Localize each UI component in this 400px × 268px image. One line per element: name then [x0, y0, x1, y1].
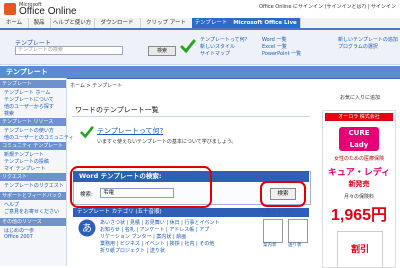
nav-group-head[interactable]: その他のリソース [0, 218, 66, 226]
nav-item[interactable]: マイ テンプレート [4, 165, 45, 172]
left-nav: テンプレート テンプレート ホーム テンプレートについて 他のユーザーから探す … [0, 78, 74, 266]
popular-categories-header: 人気カテゴリ [260, 209, 294, 215]
green-check-icon [180, 39, 196, 54]
nav-item[interactable]: 検索 [4, 110, 14, 117]
category-line[interactable]: 業務用 | ビジネス | イベント | 挨拶 | 社内 | その他 [100, 240, 214, 247]
search-button[interactable]: 検索 [148, 46, 176, 56]
tab-office-live[interactable]: Microsoft Office Live [230, 18, 301, 28]
nav-item[interactable]: テンプレートの投稿 [4, 158, 49, 165]
office-online-logo[interactable]: Microsoft Office Online [4, 2, 86, 18]
quicklink[interactable]: 新しいテンプレートの追加 [338, 37, 398, 44]
main-nav-tabs: ホーム 製品 ヘルプと使い方 ダウンロード クリップ アート テンプレート Mi… [0, 18, 400, 30]
nav-group-head[interactable]: コミュニティ テンプレート [0, 142, 66, 150]
quicklinks-col3: 新しいテンプレートの追加 プログラムの選択 [338, 37, 398, 51]
category-line[interactable]: 折り紙プロジェクト | 送り状 [100, 247, 165, 254]
ad-product-logo: CURE Lady [339, 127, 379, 151]
nav-item[interactable]: ご意見をお寄せください [4, 208, 59, 215]
ad-text: 新発売 [348, 180, 370, 188]
tab-home[interactable]: ホーム [0, 18, 29, 28]
ad-price: 1,965円 [330, 207, 388, 224]
template-search-bar: テンプレート テンプレートの検索 検索 テンプレートって何? 新しいスタイル サ… [0, 30, 400, 65]
nav-group-head[interactable]: リクエスト [0, 173, 66, 181]
svg-text:あ: あ [82, 223, 92, 235]
popular-thumb[interactable] [263, 219, 283, 243]
search-input[interactable]: テンプレートの検索 [15, 46, 123, 55]
quicklink[interactable]: Excel 一覧 [262, 44, 301, 51]
hiragana-a-icon: あ [78, 219, 96, 237]
green-check-icon [80, 126, 94, 139]
tab-clipart[interactable]: クリップ アート [140, 18, 193, 28]
popular-item-label[interactable]: 送り状 [288, 242, 302, 248]
breadcrumb[interactable]: ホーム > テンプレート [70, 82, 122, 89]
nav-item[interactable]: 新規テンプレート [4, 151, 44, 158]
ad-text: 女性のための医療保険 [333, 156, 384, 162]
nav-group-head[interactable]: サポートとフィードバック [0, 192, 66, 200]
tab-downloads[interactable]: ダウンロード [94, 18, 141, 28]
popular-item-label[interactable]: 案内状 [263, 242, 277, 248]
popular-thumb[interactable] [288, 219, 308, 243]
tip-subtext: いますぐ使えないテンプレートの基本について学びましょう。 [97, 139, 237, 145]
tip-link[interactable]: テンプレートって何? [97, 126, 163, 136]
page-title: ワードのテンプレート一覧 [75, 106, 159, 114]
quicklinks-col1: テンプレートって何? 新しいスタイル サイトマップ [200, 37, 247, 58]
section-title: テンプレート [6, 68, 48, 76]
quicklink[interactable]: 新しいスタイル [200, 44, 247, 51]
nav-group-head[interactable]: テンプレート リソース [0, 118, 66, 126]
category-line[interactable]: お知らせ | 名札 | アンケート | アドレス帳 | アプ [100, 226, 209, 233]
tab-templates[interactable]: テンプレート [192, 18, 231, 28]
ad-text: 月々の保険料 [343, 194, 374, 200]
tab-help[interactable]: ヘルプと使い方 [50, 18, 95, 28]
nav-item[interactable]: テンプレートについて [4, 96, 54, 103]
ad-product-image: 割引 [337, 231, 383, 267]
quicklink[interactable]: プログラムの選択 [338, 44, 398, 51]
bookmark-link[interactable]: お気に入りに追加 [340, 94, 380, 101]
ad-text: キュア・レディ [327, 168, 391, 178]
nav-item[interactable]: 他のユーザーから探す [4, 103, 54, 110]
quicklinks-col2: Word 一覧 Excel 一覧 PowerPoint 一覧 [262, 37, 301, 58]
brand-office-online: Office Online [19, 6, 77, 17]
highlight-outline [260, 181, 306, 207]
nav-item[interactable]: はじめの一歩 [4, 227, 34, 234]
nav-group-head[interactable]: テンプレート [0, 80, 66, 88]
office-logo-icon [4, 3, 16, 15]
tab-products[interactable]: 製品 [28, 18, 51, 28]
category-line[interactable]: あいさつ状 | 見積 | お見舞い | 休日 | 行事とイベント [100, 219, 219, 226]
quicklink[interactable]: PowerPoint 一覧 [262, 51, 301, 58]
nav-item[interactable]: 他のユーザーとのコミュニティ [4, 134, 74, 141]
divider [72, 116, 310, 117]
quicklink[interactable]: Word 一覧 [262, 37, 301, 44]
advertisement[interactable]: オーロラ 株式会社 CURE Lady 女性のための医療保険 キュア・レディ 新… [322, 110, 396, 268]
ad-brand: オーロラ 株式会社 [325, 113, 393, 121]
quicklink[interactable]: テンプレートって何? [200, 37, 247, 44]
category-line[interactable]: リケーション ブンター | 案内状 | 絵画 [100, 233, 186, 240]
highlight-outline [70, 166, 212, 208]
nav-item[interactable]: テンプレートの使い方 [4, 127, 54, 134]
nav-item[interactable]: Office 2007 [4, 234, 33, 240]
signin-link[interactable]: Office Online にサインイン (サインインとは?) | サインイン [259, 3, 396, 10]
nav-item[interactable]: ヘルプ [4, 201, 19, 208]
quicklink[interactable]: サイトマップ [200, 51, 247, 58]
nav-item[interactable]: テンプレートのリクエスト [4, 182, 64, 189]
nav-item[interactable]: テンプレート ホーム [4, 89, 50, 96]
